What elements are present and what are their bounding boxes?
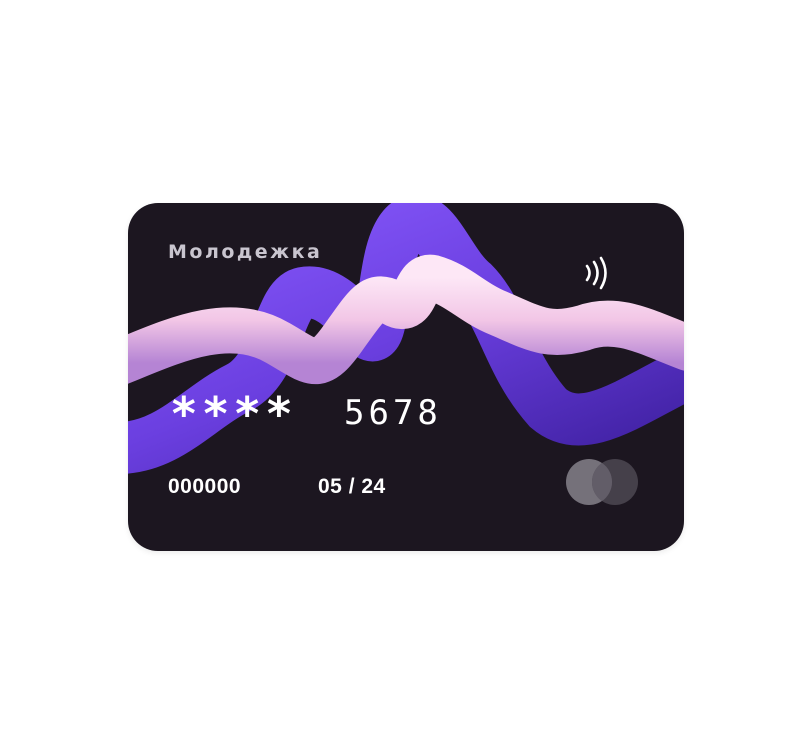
account-number: 000000 xyxy=(168,475,242,498)
card-expiry-date: 05 / 24 xyxy=(318,475,386,498)
contactless-payment-icon xyxy=(585,256,607,290)
card-last-four-digits: 5678 xyxy=(344,393,442,433)
card-brand-name: Молодежка xyxy=(168,241,323,263)
page: Молодежка **** 5678 000000 05 / 24 xyxy=(0,0,812,756)
bank-card: Молодежка **** 5678 000000 05 / 24 xyxy=(128,203,684,551)
mastercard-style-circles-icon xyxy=(566,459,638,505)
masked-card-digits: **** xyxy=(170,387,297,441)
